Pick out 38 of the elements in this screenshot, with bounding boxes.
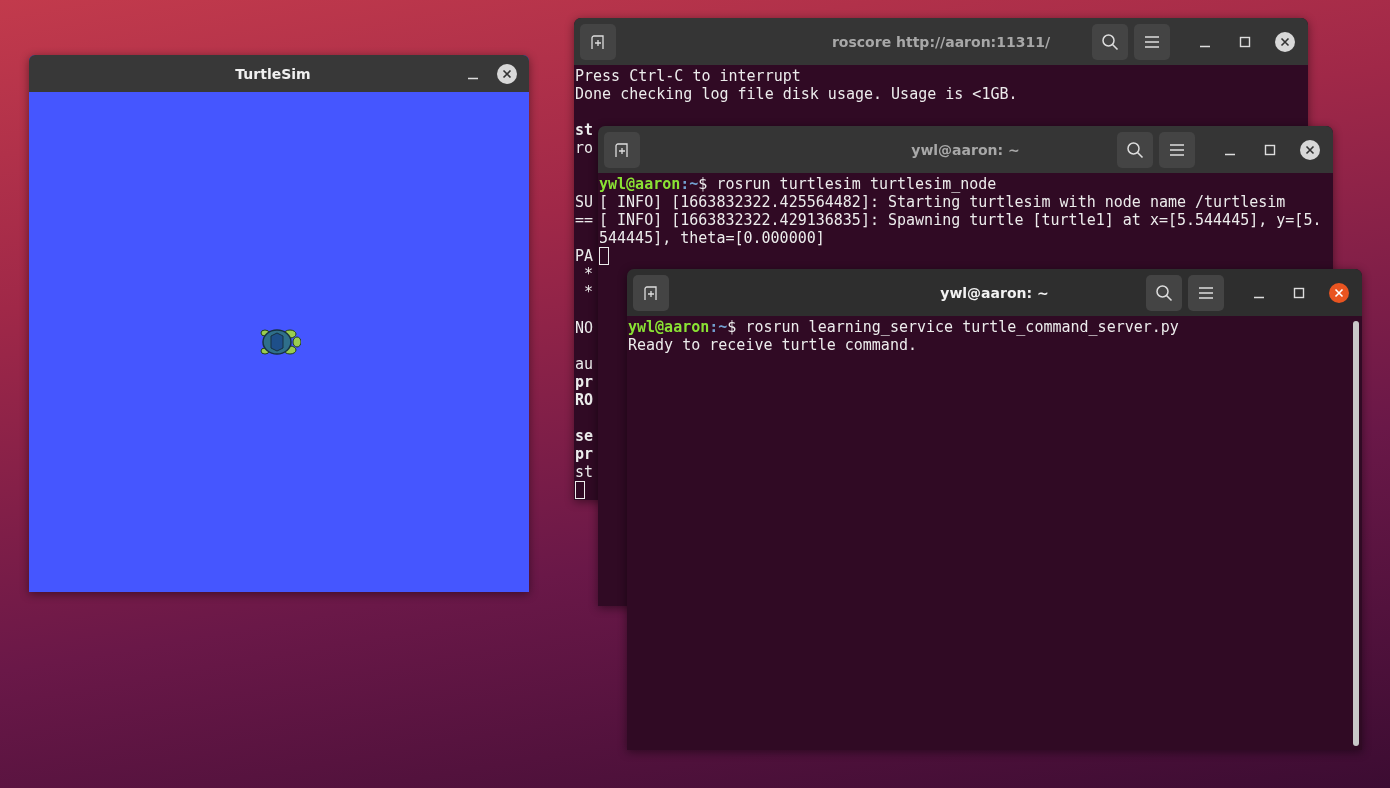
menu-icon[interactable] — [1134, 23, 1170, 60]
terminal-line: Ready to receive turtle command. — [628, 336, 917, 354]
terminal-line: Press Ctrl-C to interrupt — [575, 67, 801, 85]
window-title: ywl@aaron: ~ — [939, 284, 1050, 301]
terminal-line: st — [575, 121, 594, 139]
window-title: ywl@aaron: ~ — [910, 141, 1021, 158]
terminal-line: == — [575, 211, 594, 229]
terminal-line: * — [583, 283, 594, 301]
new-tab-icon[interactable] — [604, 131, 640, 168]
terminal-line: st — [575, 463, 594, 481]
terminal-line: Done checking log file disk usage. Usage is <1GB. — [575, 85, 1018, 103]
window-title: roscore http://aaron:11311/ — [830, 33, 1051, 50]
terminal-line: * — [583, 265, 594, 283]
terminal-line: pr — [575, 445, 594, 463]
terminal-line: pr — [575, 373, 594, 391]
text-cursor — [599, 247, 609, 265]
new-tab-icon[interactable] — [580, 23, 616, 60]
search-icon[interactable] — [1092, 23, 1128, 60]
text-cursor — [575, 481, 585, 499]
terminal-line: NO — [575, 319, 594, 337]
terminal-line: se — [575, 427, 594, 445]
terminal-line: PA — [575, 247, 594, 265]
terminal-line: [ INFO] [1663832322.429136835]: Spawning turtle [turtle1] at x=[5.544445], y=[5. — [599, 211, 1322, 229]
search-icon[interactable] — [1117, 131, 1153, 168]
terminal-line: RO — [575, 391, 594, 409]
search-icon[interactable] — [1146, 274, 1182, 311]
scrollbar[interactable] — [1353, 321, 1359, 746]
terminal-line: 544445], theta=[0.000000] — [599, 229, 825, 247]
terminal-line: au — [575, 355, 594, 373]
terminal-line: ro — [575, 139, 594, 157]
terminal-line: ywl@aaron:~$ rosrun turtlesim turtlesim_node — [599, 175, 997, 193]
menu-icon[interactable] — [1188, 274, 1224, 311]
terminal-line: SU — [575, 193, 594, 211]
terminal-line: [ INFO] [1663832322.425564482]: Starting turtlesim with node name /turtlesim — [599, 193, 1286, 211]
menu-icon[interactable] — [1159, 131, 1195, 168]
terminal-line: ywl@aaron:~$ rosrun learning_service turtle_command_server.py — [628, 318, 1179, 336]
window-title: TurtleSim — [234, 65, 312, 82]
new-tab-icon[interactable] — [633, 274, 669, 311]
